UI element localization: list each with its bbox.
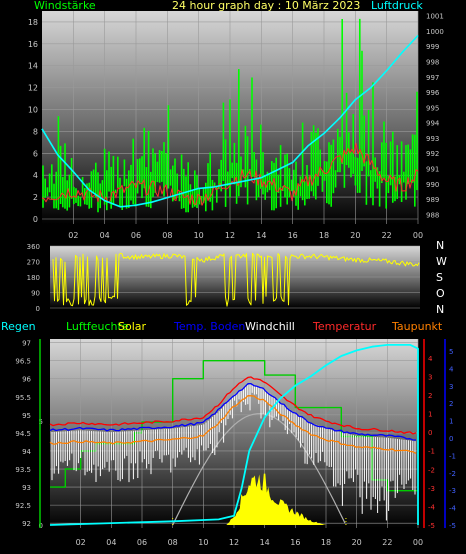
solar-y-tick-label: 0 (39, 522, 43, 530)
pressure-y-tick-label: 1000 (426, 28, 444, 36)
wind-x-tick-label: 12 (225, 231, 235, 240)
pressure-y-tick-label: 995 (426, 104, 439, 112)
temperature-y-tick-label: 3 (428, 373, 432, 381)
weather-graph-screen: { "colors": { "wind": "#00ff00", "pressu… (0, 0, 466, 554)
soil-temp-y-tick-label: 0 (449, 435, 453, 443)
wind-y-tick-label: 0 (33, 215, 38, 224)
wind-y-tick-label: 10 (28, 106, 38, 115)
humidity-y-tick-label: 92.5 (15, 502, 31, 510)
pressure-y-tick-label: 992 (426, 150, 439, 158)
wind-y-tick-label: 8 (33, 127, 38, 136)
soil-temp-y-tick-label: 4 (449, 365, 454, 373)
pressure-y-tick-label: 996 (426, 89, 440, 97)
wind-x-tick-label: 22 (382, 231, 392, 240)
wind-x-tick-label: 02 (68, 231, 78, 240)
temperature-y-tick-label: -3 (428, 485, 435, 493)
direction-y-tick-label: 270 (27, 259, 40, 267)
climate-x-tick-label: 04 (106, 538, 116, 547)
temperature-y-tick-label: -1 (428, 448, 435, 456)
climate-x-tick-label: 06 (137, 538, 147, 547)
climate-x-tick-label: 14 (260, 538, 270, 547)
pressure-y-tick-label: 990 (426, 181, 439, 189)
wind-y-tick-label: 6 (33, 149, 38, 158)
wind-x-tick-label: 00 (413, 231, 423, 240)
wind-x-tick-label: 04 (100, 231, 110, 240)
climate-x-tick-label: 20 (352, 538, 362, 547)
temperature-y-tick-label: 4 (428, 355, 433, 363)
humidity-y-tick-label: 93 (22, 484, 31, 492)
climate-x-tick-label: 08 (168, 538, 178, 547)
wind-y-tick-label: 14 (28, 62, 38, 71)
wind-y-tick-label: 2 (33, 193, 38, 202)
pressure-y-tick-label: 991 (426, 166, 439, 174)
direction-y-tick-label: 90 (31, 290, 40, 298)
temperature-y-tick-label: 2 (428, 392, 432, 400)
soil-temp-y-tick-label: 2 (449, 400, 453, 408)
climate-x-tick-label: 02 (76, 538, 86, 547)
humidity-y-tick-label: 93.5 (15, 466, 31, 474)
wind-x-tick-label: 06 (131, 231, 141, 240)
humidity-y-tick-label: 96 (22, 376, 31, 384)
climate-x-tick-label: 00 (413, 538, 423, 547)
soil-temp-y-tick-label: 3 (449, 383, 453, 391)
climate-x-tick-label: 18 (321, 538, 331, 547)
soil-temp-y-tick-label: 5 (449, 348, 453, 356)
pressure-y-tick-label: 988 (426, 211, 439, 219)
humidity-y-tick-label: 94.5 (15, 430, 31, 438)
wind-y-tick-label: 18 (28, 18, 38, 27)
pressure-y-tick-label: 999 (426, 43, 439, 51)
pressure-y-tick-label: 993 (426, 135, 439, 143)
direction-y-tick-label: 180 (27, 274, 40, 282)
temperature-y-tick-label: -5 (428, 522, 435, 530)
direction-y-tick-label: 0 (36, 305, 40, 313)
wind-y-tick-label: 4 (33, 171, 38, 180)
soil-temp-y-tick-label: -3 (449, 487, 456, 495)
pressure-y-tick-label: 994 (426, 120, 440, 128)
wind-x-tick-label: 18 (319, 231, 329, 240)
climate-x-tick-label: 12 (229, 538, 239, 547)
weather-charts-svg: 02 04 06 08 10 12 14 16 18 20 22 000246810121416189… (15, 11, 457, 547)
wind-x-tick-label: 20 (350, 231, 360, 240)
soil-temp-y-tick-label: -4 (449, 505, 457, 513)
soil-temp-y-tick-label: 1 (449, 418, 453, 426)
temperature-y-tick-label: 1 (428, 411, 432, 419)
soil-temp-y-tick-label: -1 (449, 452, 456, 460)
humidity-y-tick-label: 92 (22, 520, 31, 528)
humidity-y-tick-label: 97 (22, 340, 31, 348)
pressure-y-tick-label: 989 (426, 196, 439, 204)
wind-x-tick-label: 08 (162, 231, 172, 240)
climate-x-tick-label: 22 (382, 538, 392, 547)
pressure-y-tick-label: 997 (426, 74, 439, 82)
climate-x-tick-label: 10 (198, 538, 208, 547)
wind-x-tick-label: 16 (288, 231, 298, 240)
soil-temp-y-tick-label: -5 (449, 522, 456, 530)
humidity-y-tick-label: 94 (22, 448, 31, 456)
wind-x-tick-label: 14 (256, 231, 266, 240)
climate-x-tick-label: 16 (290, 538, 300, 547)
wind-x-tick-label: 10 (194, 231, 204, 240)
wind-y-tick-label: 12 (28, 84, 38, 93)
temperature-y-tick-label: -2 (428, 466, 435, 474)
temperature-y-tick-label: -4 (428, 503, 436, 511)
pressure-y-tick-label: 1001 (426, 13, 444, 21)
direction-y-tick-label: 360 (27, 243, 40, 251)
humidity-y-tick-label: 95 (22, 412, 31, 420)
soil-temp-y-tick-label: -2 (449, 470, 456, 478)
solar-y-tick-label: 5 (39, 418, 43, 426)
wind-y-tick-label: 16 (28, 40, 38, 49)
humidity-y-tick-label: 96.5 (15, 358, 31, 366)
humidity-y-tick-label: 95.5 (15, 394, 31, 402)
pressure-y-tick-label: 998 (426, 58, 439, 66)
temperature-y-tick-label: 0 (428, 429, 432, 437)
